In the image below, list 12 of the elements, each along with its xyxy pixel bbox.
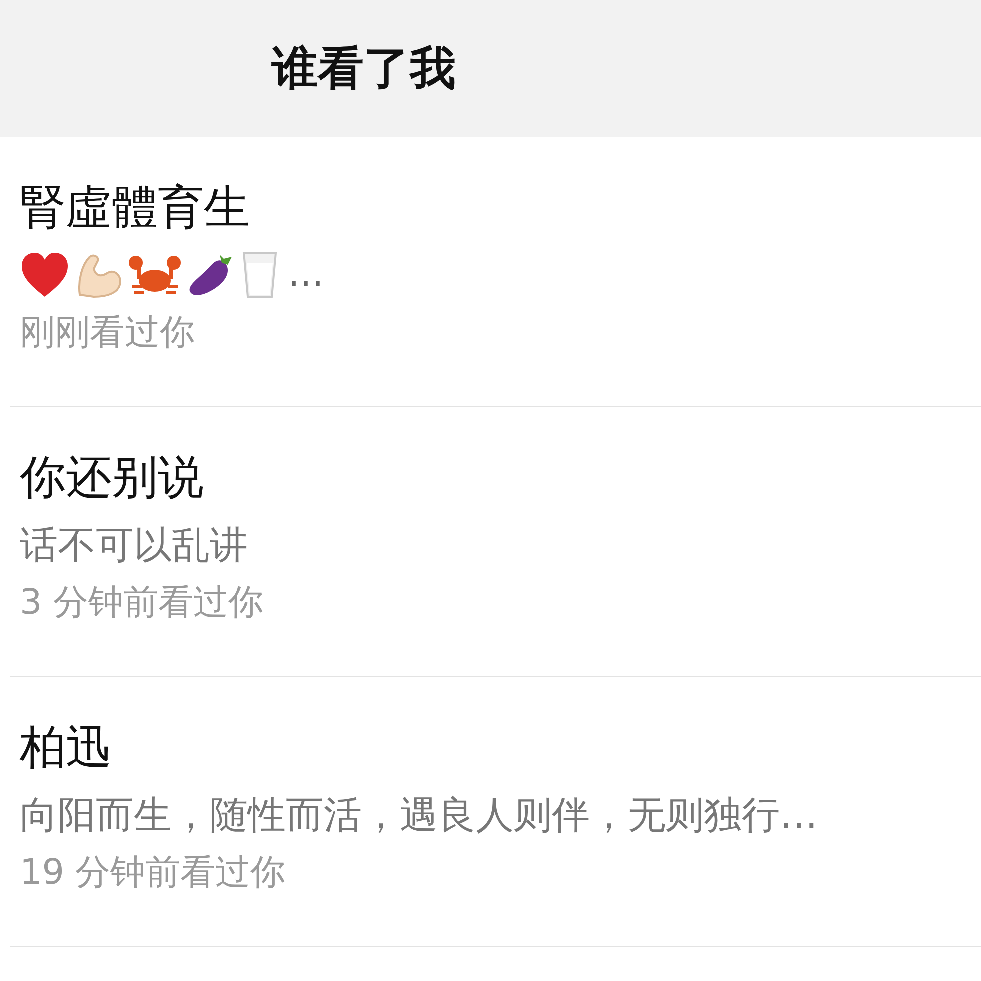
signature-text: 话不可以乱讲 <box>20 522 248 569</box>
visit-time: 刚刚看过你 <box>20 312 195 355</box>
visitor-name[interactable]: 你还别说 <box>20 447 204 507</box>
visit-time: 19 分钟前看过你 <box>20 852 286 895</box>
milk-glass-icon <box>240 251 280 299</box>
signature-text: … <box>288 253 324 297</box>
visit-time: 3 分钟前看过你 <box>20 582 264 625</box>
page-title: 谁看了我 <box>272 40 456 97</box>
heart-icon <box>20 251 70 299</box>
visitor-name[interactable]: 柏迅 <box>20 717 112 777</box>
visitor-name[interactable]: 腎虛體育生 <box>20 177 250 237</box>
signature-text: 向阳而生，随性而活，遇良人则伴，无则独行… <box>20 792 818 839</box>
